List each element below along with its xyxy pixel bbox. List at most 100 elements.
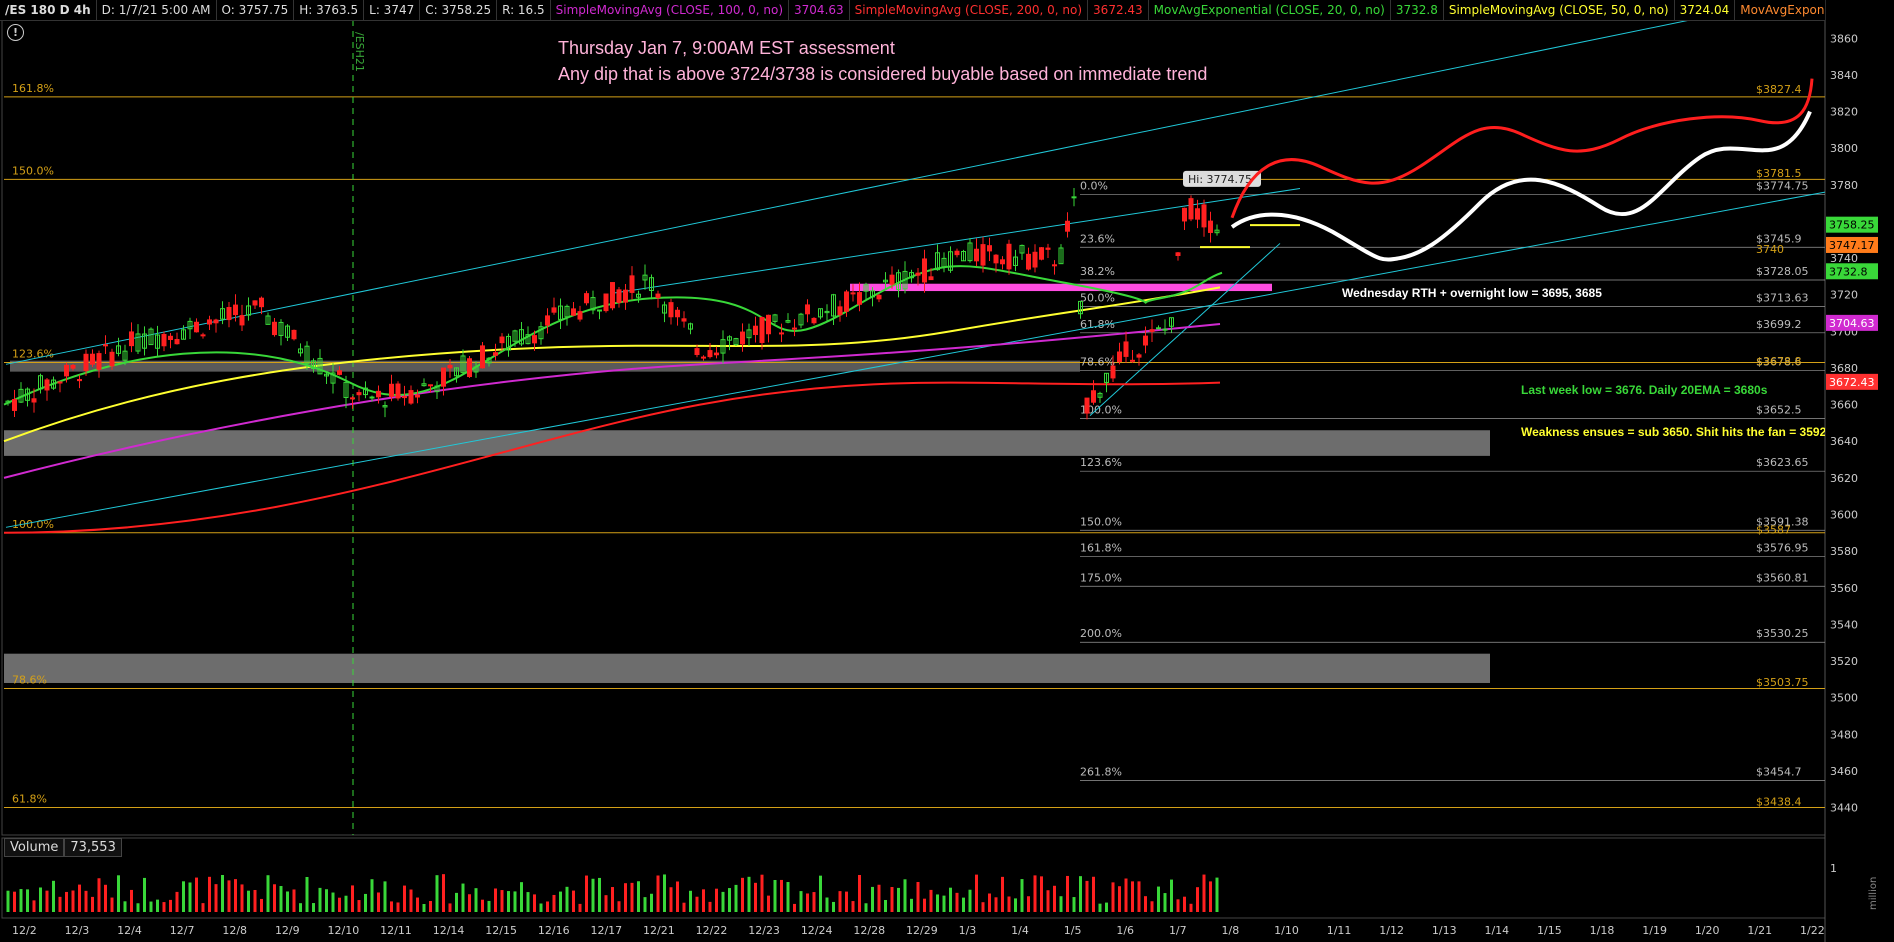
- volume-bar-83: [546, 901, 549, 912]
- volume-bar-169: [1105, 902, 1108, 912]
- volume-bar-17: [117, 875, 120, 912]
- volume-bar-136: [890, 887, 894, 912]
- bar-low: L: 3747: [364, 0, 421, 20]
- volume-bar-179: [1170, 879, 1173, 912]
- candle-body-116: [759, 317, 765, 343]
- bar-date: D: 1/7/21 5:00 AM: [97, 0, 217, 20]
- volume-bar-85: [559, 891, 562, 912]
- volume-bar-135: [884, 899, 887, 912]
- study-ema20[interactable]: MovAvgExponential (CLOSE, 20, 0, no): [1149, 0, 1391, 20]
- study-sma100[interactable]: SimpleMovingAvg (CLOSE, 100, 0, no): [551, 0, 790, 20]
- candle-body-161: [1052, 264, 1057, 267]
- price-label-2: $3678.8: [1756, 355, 1802, 368]
- symbol-label[interactable]: /ES 180 D 4h: [0, 0, 97, 20]
- price-tick-16: 3540: [1830, 618, 1858, 631]
- volume-bar-115: [754, 882, 757, 912]
- volume-bar-93: [611, 887, 614, 912]
- candle-body-121: [792, 327, 797, 330]
- volume-bar-74: [487, 900, 491, 912]
- volume-bar-69: [455, 892, 458, 912]
- chart-header: /ES 180 D 4h D: 1/7/21 5:00 AM O: 3757.7…: [0, 0, 1825, 21]
- volume-bar-18: [123, 901, 127, 912]
- time-tick-29: 1/15: [1537, 924, 1562, 937]
- volume-bar-100: [656, 875, 660, 912]
- assessment-line-1: Thursday Jan 7, 9:00AM EST assessment: [558, 38, 895, 58]
- time-tick-27: 1/13: [1432, 924, 1457, 937]
- candle-body-24: [161, 333, 167, 347]
- sma200-line: [3, 381, 1221, 534]
- volume-bar-75: [494, 888, 497, 912]
- price-label-6: 3740: [1756, 243, 1784, 256]
- volume-bar-180: [1176, 899, 1180, 912]
- study-sma200[interactable]: SimpleMovingAvg (CLOSE, 200, 0, no): [850, 0, 1089, 20]
- hi-label: Hi: 3774.75: [1188, 173, 1252, 186]
- volume-bar-155: [1014, 898, 1017, 912]
- price-tick-18: 3500: [1830, 692, 1858, 705]
- price-tick-17: 3520: [1830, 655, 1858, 668]
- support-zone-upper: [4, 430, 1490, 456]
- study-sma100-value: 3704.63: [789, 0, 850, 20]
- volume-bar-109: [715, 888, 718, 912]
- candle-body-15: [103, 344, 108, 347]
- volume-bar-140: [916, 881, 920, 912]
- price-badge-3: 3704.63: [1829, 317, 1875, 330]
- candle-body-113: [740, 331, 745, 345]
- candle-body-150: [980, 244, 986, 266]
- volume-bar-158: [1033, 875, 1037, 912]
- volume-bar-68: [448, 903, 452, 912]
- candle-body-93: [610, 282, 615, 309]
- volume-bar-172: [1124, 878, 1128, 912]
- candle-body-9: [64, 364, 69, 377]
- candle-body-108: [707, 350, 713, 358]
- volume-bar-73: [481, 899, 484, 912]
- volume-bar-112: [734, 884, 738, 912]
- price-label-5: $3438.4: [1756, 795, 1802, 808]
- volume-bar-33: [221, 874, 224, 912]
- study-sma50[interactable]: SimpleMovingAvg (CLOSE, 50, 0, no): [1444, 0, 1675, 20]
- candle-body-38: [252, 300, 258, 306]
- candle-body-170: [1110, 365, 1116, 379]
- volume-bar-11: [78, 884, 81, 912]
- volume-bar-97: [637, 881, 640, 912]
- volume-bar-165: [1079, 876, 1082, 912]
- study-sma200-value: 3672.43: [1088, 0, 1149, 20]
- volume-bar-49: [325, 889, 328, 912]
- volume-title: Volume: [4, 838, 65, 857]
- volume-bar-3: [26, 889, 29, 912]
- volume-bar-157: [1027, 896, 1030, 912]
- volume-bar-43: [286, 891, 289, 912]
- time-tick-30: 1/18: [1590, 924, 1615, 937]
- price-label-0: $3827.4: [1756, 83, 1802, 96]
- candle-body-184: [1201, 204, 1207, 228]
- candle-body-13: [90, 353, 95, 365]
- candle-body-29: [194, 321, 199, 333]
- volume-bar-30: [201, 903, 205, 912]
- candle-body-25: [168, 335, 173, 341]
- time-tick-7: 12/11: [380, 924, 412, 937]
- bar-open: O: 3757.75: [217, 0, 295, 20]
- price-chart[interactable]: 161.8%150.0%123.6%100.0%78.6%61.8%0.0% $3…: [0, 0, 1894, 942]
- candle-body-57: [376, 390, 381, 398]
- candle-body-103: [675, 309, 680, 318]
- volume-bar-107: [702, 889, 705, 912]
- volume-bar-22: [149, 901, 153, 912]
- price-tick-15: 3560: [1830, 582, 1858, 595]
- candle-body-26: [174, 339, 180, 345]
- volume-bar-151: [988, 893, 991, 912]
- candle-body-89: [584, 293, 589, 304]
- candle-body-67: [441, 367, 446, 387]
- study-ema8[interactable]: MovAvgExponential (CLOSE, 8: [1735, 0, 1825, 20]
- volume-bar-1: [13, 891, 16, 912]
- volume-bar-27: [182, 881, 185, 912]
- info-icon[interactable]: !: [7, 24, 24, 41]
- volume-bar-144: [942, 895, 946, 912]
- fib-label-left-4: 78.6%: [12, 673, 47, 686]
- volume-bar-181: [1183, 896, 1186, 912]
- time-tick-0: 12/2: [12, 924, 37, 937]
- fib-label-right-11: 200.0%: [1080, 627, 1122, 640]
- trendline-short: [1089, 243, 1281, 416]
- study-sma50-value: 3724.04: [1675, 0, 1736, 20]
- volume-bar-123: [806, 893, 809, 912]
- volume-bar-117: [767, 895, 770, 912]
- candle-body-100: [655, 293, 661, 299]
